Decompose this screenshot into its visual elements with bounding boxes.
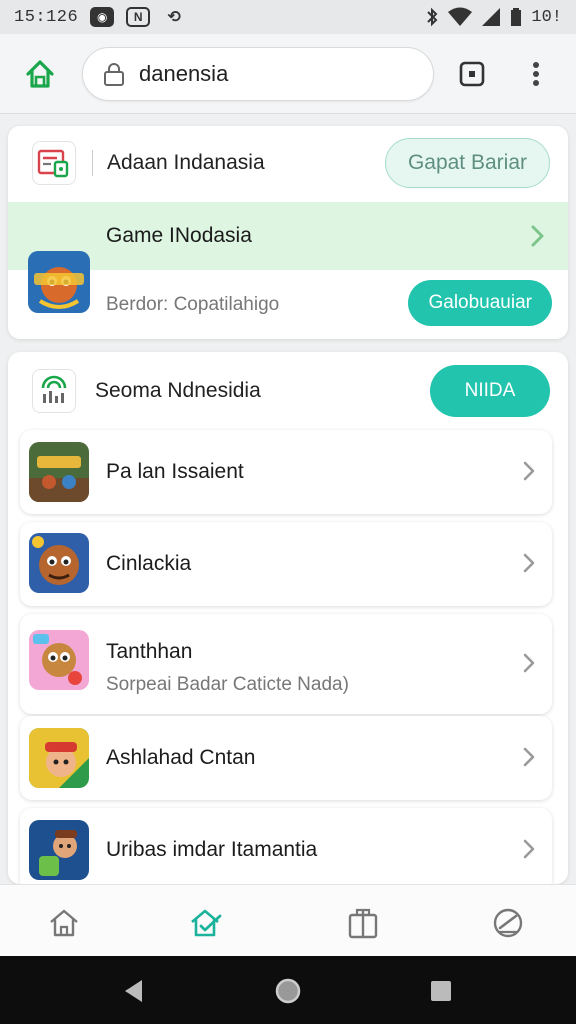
analytics-app-icon — [32, 369, 76, 413]
nav-speed[interactable] — [488, 903, 528, 943]
browser-home-button[interactable] — [18, 52, 62, 96]
status-bar: 15:126 ◉ N ⟲ 10! — [0, 0, 576, 34]
home-circle-icon — [275, 978, 301, 1004]
game-thumbnail — [29, 533, 89, 593]
status-time: 15:126 — [14, 7, 79, 27]
card2-header: Seoma Ndnesidia NIIDA — [8, 352, 568, 430]
browser-toolbar: danensia — [0, 34, 576, 114]
notification-n-icon: N — [126, 7, 151, 27]
header-spacer — [86, 378, 87, 404]
more-vert-icon — [533, 61, 539, 86]
system-recents-button[interactable] — [426, 976, 456, 1006]
featured-game-row[interactable]: Game INodasia Berdor: Copatilahigo Galob… — [8, 202, 568, 339]
home-icon — [26, 59, 54, 88]
game-thumbnail — [29, 728, 89, 788]
game-thumbnail — [29, 630, 89, 690]
tab-switcher-button[interactable] — [450, 52, 494, 96]
game-list-card: Seoma Ndnesidia NIIDA Pa lan Issaient Ci… — [8, 352, 568, 884]
more-menu-button[interactable] — [514, 52, 558, 96]
nav-home-active[interactable] — [186, 903, 226, 943]
list-item-title: Ashlahad Cntan — [106, 746, 256, 769]
battery-icon — [511, 8, 522, 26]
system-back-button[interactable] — [119, 976, 149, 1006]
wifi-icon — [448, 7, 473, 26]
notification-icon: ◉ — [90, 7, 115, 27]
featured-action-button[interactable]: Galobuauiar — [408, 280, 552, 326]
bottom-navigation — [0, 884, 576, 956]
card2-header-button[interactable]: NIIDA — [430, 365, 550, 417]
header-divider — [92, 150, 93, 176]
chevron-right-icon — [523, 461, 535, 481]
featured-game-subtitle: Berdor: Copatilahigo — [106, 294, 280, 315]
list-item-title: Tanthhan — [106, 640, 193, 663]
battery-level-text: 10! — [531, 7, 562, 27]
tab-switcher-icon — [459, 61, 485, 86]
nav-gift[interactable] — [343, 903, 383, 943]
url-bar[interactable]: danensia — [82, 46, 434, 101]
featured-game-title: Game INodasia — [106, 224, 252, 247]
list-item[interactable]: Cinlackia — [20, 522, 552, 606]
url-text: danensia — [139, 60, 229, 86]
home-check-icon — [191, 909, 222, 937]
list-item-subtitle: Sorpeai Badar Caticte Nada) — [106, 674, 349, 695]
system-home-button[interactable] — [273, 976, 303, 1006]
notification-link-icon: ⟲ — [167, 9, 181, 26]
list-item[interactable]: Uribas imdar Itamantia — [20, 808, 552, 884]
gift-icon — [348, 908, 378, 939]
system-navigation-bar — [0, 956, 576, 1024]
game-thumbnail — [29, 442, 89, 502]
chevron-right-icon — [523, 653, 535, 673]
speedometer-icon — [493, 908, 523, 938]
back-triangle-icon — [125, 980, 142, 1002]
card1-title: Adaan Indanasia — [107, 151, 265, 174]
chevron-right-icon — [531, 225, 544, 247]
list-item-title: Uribas imdar Itamantia — [106, 838, 318, 861]
chevron-right-icon — [523, 747, 535, 767]
bluetooth-icon — [427, 7, 438, 27]
signal-icon — [482, 8, 501, 26]
chevron-right-icon — [523, 839, 535, 859]
list-item-title: Cinlackia — [106, 552, 192, 575]
nav-home[interactable] — [44, 903, 84, 943]
chevron-right-icon — [523, 553, 535, 573]
featured-game-thumbnail — [28, 251, 90, 313]
home-icon — [50, 909, 78, 937]
card1-header-button[interactable]: Gapat Bariar — [384, 138, 550, 188]
recents-square-icon — [431, 981, 451, 1001]
list-item[interactable]: Pa lan Issaient — [20, 430, 552, 514]
card2-title: Seoma Ndnesidia — [95, 379, 261, 402]
list-item[interactable]: Tanthhan Sorpeai Badar Caticte Nada) — [20, 614, 552, 714]
card1-header: Adaan Indanasia Gapat Bariar — [8, 126, 568, 200]
featured-band — [8, 202, 568, 270]
calendar-app-icon — [32, 141, 76, 185]
list-item-title: Pa lan Issaient — [106, 460, 244, 483]
featured-card: Adaan Indanasia Gapat Bariar Game INodas… — [8, 126, 568, 339]
lock-icon — [104, 62, 124, 86]
game-thumbnail — [29, 820, 89, 880]
list-item[interactable]: Ashlahad Cntan — [20, 716, 552, 800]
